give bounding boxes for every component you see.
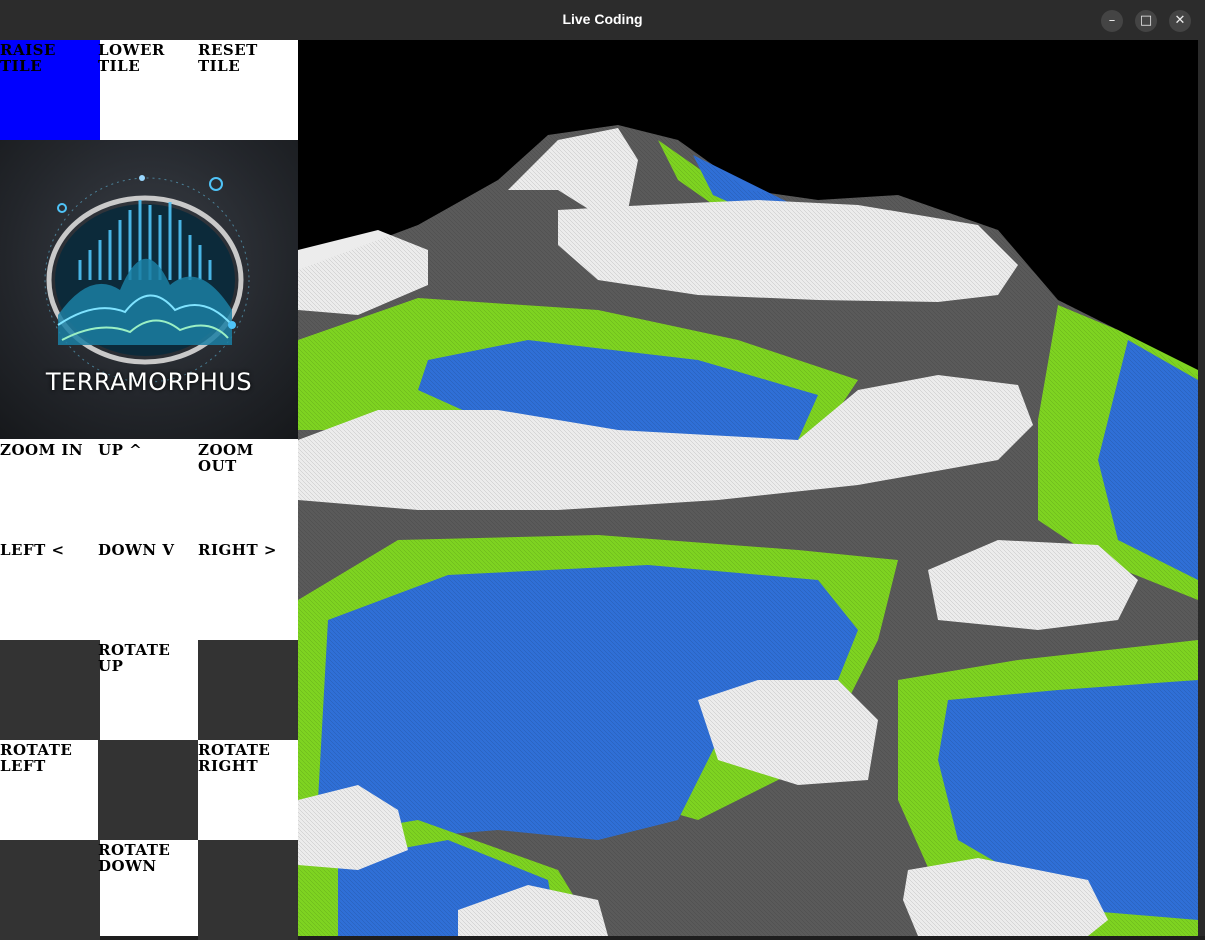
terramorphus-logo: TERRAMORPHUS — [0, 140, 298, 439]
raise-tile-button[interactable]: RAISE TILE — [0, 40, 100, 140]
maximize-button[interactable]: □ — [1135, 10, 1157, 32]
up-button[interactable]: UP ^ — [98, 440, 198, 540]
rotate-up-button[interactable]: ROTATE UP — [98, 640, 198, 740]
window-edge — [1198, 40, 1205, 936]
blank-cell — [0, 640, 100, 740]
logo-text: TERRAMORPHUS — [45, 368, 253, 396]
control-panel: RAISE TILE LOWER TILE RESET TILE TERRAMO… — [0, 40, 298, 940]
reset-tile-button[interactable]: RESET TILE — [198, 40, 298, 140]
blank-cell — [198, 640, 298, 740]
blank-cell — [98, 740, 198, 840]
blank-cell — [0, 840, 100, 940]
lower-tile-button[interactable]: LOWER TILE — [98, 40, 198, 140]
close-button[interactable]: ✕ — [1169, 10, 1191, 32]
rotate-down-button[interactable]: ROTATE DOWN — [98, 840, 198, 940]
right-button[interactable]: RIGHT > — [198, 540, 298, 640]
rotate-left-button[interactable]: ROTATE LEFT — [0, 740, 100, 840]
terrain-viewport[interactable] — [298, 40, 1198, 936]
rotate-right-button[interactable]: ROTATE RIGHT — [198, 740, 298, 840]
minimize-button[interactable]: – — [1101, 10, 1123, 32]
window-title: Live Coding — [562, 11, 643, 27]
zoom-in-button[interactable]: ZOOM IN — [0, 440, 100, 540]
blank-cell — [198, 840, 298, 940]
window-titlebar: Live Coding – □ ✕ — [0, 0, 1205, 41]
left-button[interactable]: LEFT < — [0, 540, 100, 640]
down-button[interactable]: DOWN V — [98, 540, 198, 640]
zoom-out-button[interactable]: ZOOM OUT — [198, 440, 298, 540]
